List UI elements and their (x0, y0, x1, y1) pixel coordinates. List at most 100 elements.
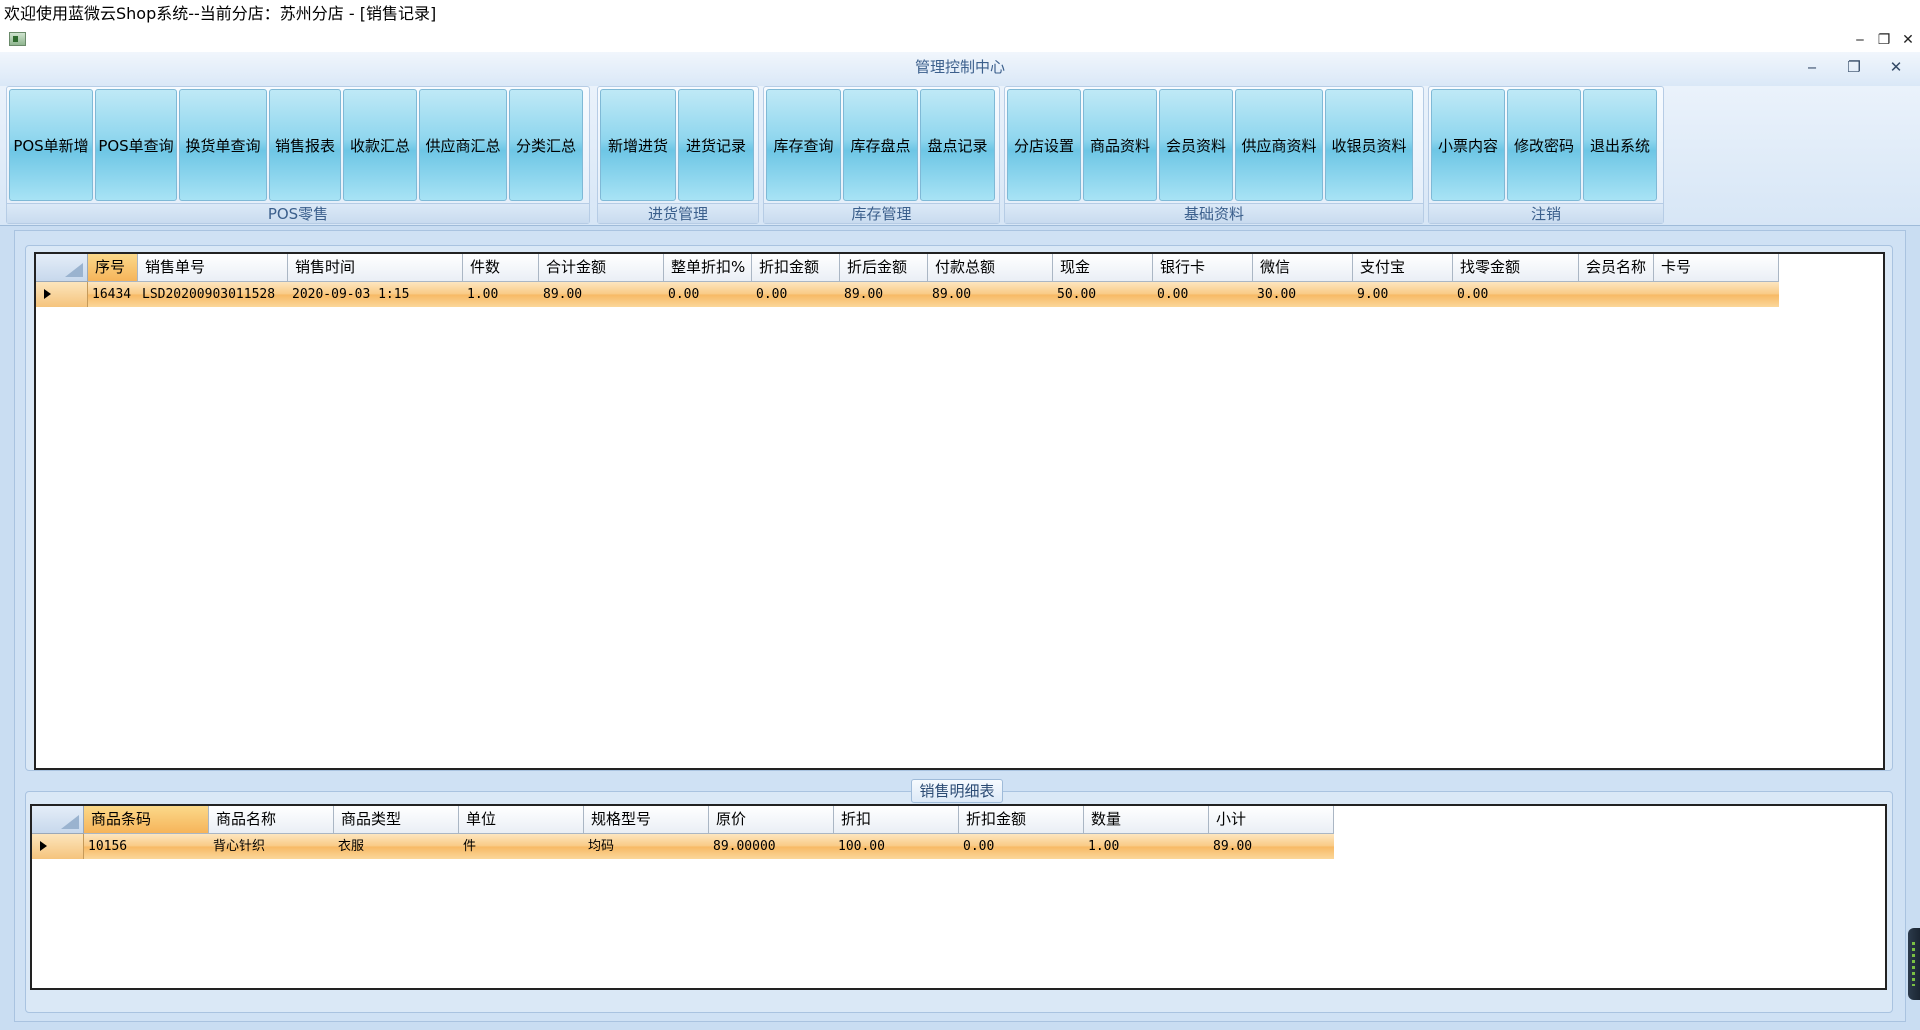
column-header[interactable]: 折扣金额 (752, 254, 840, 282)
exit-system-button[interactable]: 退出系统 (1583, 89, 1657, 201)
window-controls: ‒ ❐ ✕ (1848, 32, 1920, 52)
select-all-corner[interactable] (32, 806, 84, 834)
table-cell[interactable]: 0.00 (752, 282, 840, 307)
mdi-close-icon[interactable]: ✕ (1882, 58, 1910, 78)
mdi-minimize-icon[interactable]: ‒ (1798, 58, 1826, 78)
branch-settings-button[interactable]: 分店设置 (1007, 89, 1081, 201)
column-header[interactable]: 现金 (1053, 254, 1153, 282)
table-cell[interactable] (1654, 282, 1779, 307)
column-header[interactable]: 销售时间 (288, 254, 463, 282)
stocktake-records-button[interactable]: 盘点记录 (920, 89, 995, 201)
sales-detail-grid[interactable]: 商品条码 商品名称 商品类型 单位 规格型号 原价 折扣 折扣金额 数量 小计 … (30, 804, 1887, 990)
supplier-info-button[interactable]: 供应商资料 (1235, 89, 1323, 201)
column-header[interactable]: 规格型号 (584, 806, 709, 834)
table-cell[interactable] (1579, 282, 1654, 307)
table-cell[interactable]: 0.00 (664, 282, 752, 307)
table-cell[interactable]: 0.00 (1153, 282, 1253, 307)
sales-grid-header: 序号 销售单号 销售时间 件数 合计金额 整单折扣% 折扣金额 折后金额 付款总… (36, 254, 1779, 282)
column-header[interactable]: 件数 (463, 254, 539, 282)
table-cell[interactable]: 30.00 (1253, 282, 1353, 307)
stocktake-button[interactable]: 库存盘点 (843, 89, 918, 201)
column-header[interactable]: 整单折扣% (664, 254, 752, 282)
column-header[interactable]: 商品条码 (84, 806, 209, 834)
table-cell[interactable]: 2020-09-03 1:15 (288, 282, 463, 307)
supplier-summary-button[interactable]: 供应商汇总 (419, 89, 507, 201)
group-label-inventory: 库存管理 (764, 203, 999, 223)
ribbon-group-pos: POS单新增 POS单查询 换货单查询 销售报表 收款汇总 供应商汇总 分类汇总… (6, 86, 590, 224)
table-cell[interactable]: 100.00 (834, 834, 959, 859)
table-row[interactable]: 10156 背心针织 衣服 件 均码 89.00000 100.00 0.00 … (32, 834, 1334, 859)
column-header[interactable]: 折扣 (834, 806, 959, 834)
column-header[interactable]: 支付宝 (1353, 254, 1453, 282)
minimize-icon[interactable]: ‒ (1848, 32, 1872, 50)
column-header[interactable]: 数量 (1084, 806, 1209, 834)
table-cell[interactable]: 89.00000 (709, 834, 834, 859)
column-header[interactable]: 合计金额 (539, 254, 664, 282)
table-cell[interactable]: 1.00 (463, 282, 539, 307)
table-cell[interactable]: 89.00 (928, 282, 1053, 307)
side-scroll-handle[interactable] (1908, 928, 1920, 1000)
table-cell[interactable]: 9.00 (1353, 282, 1453, 307)
table-cell[interactable]: 1.00 (1084, 834, 1209, 859)
column-header[interactable]: 销售单号 (138, 254, 288, 282)
table-cell[interactable]: 50.00 (1053, 282, 1153, 307)
column-header[interactable]: 银行卡 (1153, 254, 1253, 282)
table-cell[interactable]: 89.00 (840, 282, 928, 307)
column-header[interactable]: 付款总额 (928, 254, 1053, 282)
restore-icon[interactable]: ❐ (1872, 32, 1896, 50)
row-selector-icon[interactable] (36, 282, 88, 307)
table-cell[interactable]: 16434 (88, 282, 138, 307)
detail-panel-title: 销售明细表 (911, 779, 1003, 803)
inventory-query-button[interactable]: 库存查询 (766, 89, 841, 201)
ribbon-group-inventory: 库存查询 库存盘点 盘点记录 库存管理 (763, 86, 1000, 224)
ribbon-group-basic: 分店设置 商品资料 会员资料 供应商资料 收银员资料 基础资料 (1004, 86, 1424, 224)
column-header[interactable]: 微信 (1253, 254, 1353, 282)
pos-new-button[interactable]: POS单新增 (9, 89, 93, 201)
column-header[interactable]: 原价 (709, 806, 834, 834)
column-header[interactable]: 小计 (1209, 806, 1334, 834)
category-summary-button[interactable]: 分类汇总 (509, 89, 583, 201)
member-info-button[interactable]: 会员资料 (1159, 89, 1233, 201)
table-cell[interactable]: 均码 (584, 834, 709, 859)
app-icon[interactable] (9, 32, 26, 46)
column-header[interactable]: 单位 (459, 806, 584, 834)
row-selector-icon[interactable] (32, 834, 84, 859)
purchase-records-button[interactable]: 进货记录 (678, 89, 754, 201)
column-header[interactable]: 卡号 (1654, 254, 1779, 282)
table-cell[interactable]: 背心针织 (209, 834, 334, 859)
table-cell[interactable]: 0.00 (1453, 282, 1579, 307)
product-info-button[interactable]: 商品资料 (1083, 89, 1157, 201)
new-purchase-button[interactable]: 新增进货 (600, 89, 676, 201)
content-area: 序号 销售单号 销售时间 件数 合计金额 整单折扣% 折扣金额 折后金额 付款总… (14, 230, 1906, 1022)
mdi-restore-icon[interactable]: ❐ (1840, 58, 1868, 78)
table-row[interactable]: 16434 LSD20200903011528 2020-09-03 1:15 … (36, 282, 1779, 307)
exchange-query-button[interactable]: 换货单查询 (179, 89, 267, 201)
table-cell[interactable]: 10156 (84, 834, 209, 859)
payment-summary-button[interactable]: 收款汇总 (343, 89, 417, 201)
table-cell[interactable]: 89.00 (539, 282, 664, 307)
table-cell[interactable]: LSD20200903011528 (138, 282, 288, 307)
change-password-button[interactable]: 修改密码 (1507, 89, 1581, 201)
select-all-corner[interactable] (36, 254, 88, 282)
column-header[interactable]: 序号 (88, 254, 138, 282)
column-header[interactable]: 商品名称 (209, 806, 334, 834)
table-cell[interactable]: 件 (459, 834, 584, 859)
column-header[interactable]: 找零金额 (1453, 254, 1579, 282)
sales-report-button[interactable]: 销售报表 (269, 89, 341, 201)
column-header[interactable]: 会员名称 (1579, 254, 1654, 282)
column-header[interactable]: 商品类型 (334, 806, 459, 834)
group-label-purchase: 进货管理 (598, 203, 758, 223)
ribbon: POS单新增 POS单查询 换货单查询 销售报表 收款汇总 供应商汇总 分类汇总… (0, 86, 1920, 226)
pos-query-button[interactable]: POS单查询 (95, 89, 177, 201)
sales-records-grid[interactable]: 序号 销售单号 销售时间 件数 合计金额 整单折扣% 折扣金额 折后金额 付款总… (34, 252, 1885, 770)
cashier-info-button[interactable]: 收银员资料 (1325, 89, 1413, 201)
column-header[interactable]: 折扣金额 (959, 806, 1084, 834)
sales-records-panel: 序号 销售单号 销售时间 件数 合计金额 整单折扣% 折扣金额 折后金额 付款总… (25, 245, 1893, 771)
ribbon-group-logout: 小票内容 修改密码 退出系统 注销 (1428, 86, 1664, 224)
table-cell[interactable]: 衣服 (334, 834, 459, 859)
table-cell[interactable]: 89.00 (1209, 834, 1334, 859)
receipt-content-button[interactable]: 小票内容 (1431, 89, 1505, 201)
close-icon[interactable]: ✕ (1896, 32, 1920, 50)
column-header[interactable]: 折后金额 (840, 254, 928, 282)
table-cell[interactable]: 0.00 (959, 834, 1084, 859)
